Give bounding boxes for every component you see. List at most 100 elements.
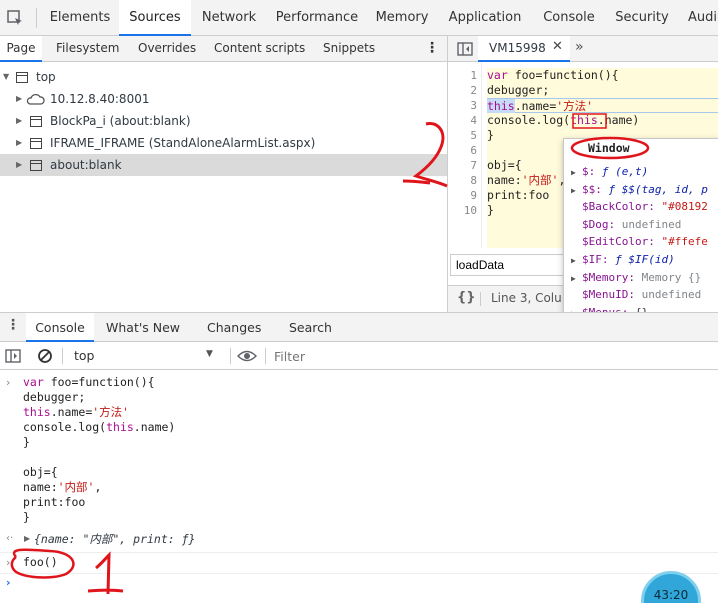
console-command[interactable]: foo(): [23, 555, 58, 570]
tree-item-iframe[interactable]: ▶ IFRAME_IFRAME (StandAloneAlarmList.asp…: [0, 132, 448, 154]
code-line: }: [487, 128, 494, 143]
property-row[interactable]: $EditColor: "#ffefe: [571, 233, 708, 251]
console-output[interactable]: › var foo=function(){debugger; this.name=…: [0, 370, 718, 603]
line-number[interactable]: 5: [470, 128, 477, 143]
line-number[interactable]: 4: [470, 113, 477, 128]
tab-application[interactable]: Application: [444, 0, 526, 36]
tab-security[interactable]: Security: [611, 0, 673, 36]
tree-item-about-blank[interactable]: ▶ about:blank: [0, 154, 448, 176]
drawer-tab-console[interactable]: Console: [26, 313, 94, 342]
tab-audits[interactable]: Audi: [688, 0, 718, 36]
close-icon[interactable]: ✕: [552, 39, 563, 54]
line-number[interactable]: 1: [470, 68, 477, 83]
property-value: "#08192: [654, 200, 708, 214]
code-text: debugger;: [23, 390, 86, 404]
expand-triangle-icon[interactable]: ▶: [571, 182, 582, 200]
tab-elements[interactable]: Elements: [44, 0, 116, 36]
code-keyword: var: [23, 375, 51, 389]
line-number[interactable]: 9: [470, 188, 477, 203]
code-text: debugger;: [487, 83, 550, 97]
file-tab-label: VM15998: [489, 41, 546, 55]
tree-item-host[interactable]: ▶ 10.12.8.40:8001: [0, 88, 448, 110]
tree-item-blockpa[interactable]: ▶ BlockPa_i (about:blank): [0, 110, 448, 132]
code-text: foo=function(){: [514, 68, 619, 82]
tab-performance[interactable]: Performance: [272, 0, 362, 36]
drawer-tab-whats-new[interactable]: What's New: [106, 313, 180, 342]
line-gutter: 1 2 3 4 5 6 7 8 9 10: [448, 62, 482, 248]
line-number[interactable]: 8: [470, 173, 477, 188]
collapsed-triangle-icon[interactable]: ▶: [16, 132, 22, 154]
frame-icon: [30, 138, 42, 149]
property-row[interactable]: ▶ $: ƒ (e,t): [571, 163, 648, 181]
clear-console-icon[interactable]: [37, 348, 53, 364]
code-text: foo=function(){: [50, 375, 155, 389]
property-key: $Memory:: [582, 270, 635, 284]
console-filter-input[interactable]: [274, 346, 564, 366]
pretty-print-icon[interactable]: {}: [457, 290, 476, 305]
editor-tab-bar: VM15998 ✕ »: [448, 36, 718, 62]
property-key: $EditColor:: [582, 235, 655, 249]
code-line: this.name='方法': [487, 98, 718, 113]
collapsed-triangle-icon[interactable]: ▶: [16, 154, 22, 176]
line-number[interactable]: 7: [470, 158, 477, 173]
toggle-navigator-icon[interactable]: [457, 42, 473, 56]
collapsed-triangle-icon[interactable]: ▶: [16, 110, 22, 132]
property-row[interactable]: $BackColor: "#08192: [571, 198, 708, 216]
tree-item-top[interactable]: ▼ top: [0, 66, 448, 88]
drawer-menu-icon[interactable]: ⋮: [6, 317, 20, 333]
property-value: ƒ $$(tag, id, p: [601, 182, 708, 196]
tab-console[interactable]: Console: [536, 0, 602, 36]
toolbar-divider: [62, 348, 63, 364]
expanded-triangle-icon[interactable]: ▼: [3, 66, 9, 88]
code-keyword: this: [487, 99, 515, 113]
property-key: $Dog:: [582, 217, 616, 231]
expand-triangle-icon[interactable]: ▶: [24, 534, 30, 543]
more-options-icon[interactable]: ⋮: [425, 36, 439, 62]
tab-sources[interactable]: Sources: [119, 0, 191, 36]
expand-triangle-icon[interactable]: ▶: [571, 270, 582, 288]
line-number[interactable]: 2: [470, 83, 477, 98]
context-selector[interactable]: top ▼: [66, 344, 224, 368]
nav-tab-filesystem[interactable]: Filesystem: [56, 36, 119, 62]
nav-tab-content-scripts[interactable]: Content scripts: [214, 36, 305, 62]
editor-file-tab[interactable]: VM15998 ✕: [478, 36, 570, 62]
line-number[interactable]: 10: [464, 203, 477, 218]
input-prompt-icon: ›: [6, 556, 11, 569]
show-sidebar-icon[interactable]: [5, 349, 21, 363]
tree-item-label: 10.12.8.40:8001: [50, 92, 150, 106]
property-row[interactable]: ▶ $IF: ƒ $IF(id): [571, 251, 675, 269]
code-text: }: [487, 128, 494, 142]
tab-memory[interactable]: Memory: [371, 0, 433, 36]
property-row[interactable]: ▶ $Memory: Memory {}: [571, 269, 701, 287]
toolbar-divider: [265, 348, 266, 364]
drawer-tab-changes[interactable]: Changes: [207, 313, 261, 342]
eye-icon[interactable]: [237, 349, 257, 363]
main-tab-bar: Elements Sources Network Performance Mem…: [0, 0, 718, 36]
nav-tab-snippets[interactable]: Snippets: [323, 36, 375, 62]
expand-triangle-icon[interactable]: ▶: [571, 164, 582, 182]
line-number[interactable]: 3: [470, 98, 477, 113]
property-value: ƒ (e,t): [595, 165, 649, 178]
toolbar-divider: [36, 8, 37, 28]
nav-tab-overrides[interactable]: Overrides: [138, 36, 196, 62]
code-text: print:foo: [487, 188, 550, 202]
tab-network[interactable]: Network: [196, 0, 262, 36]
collapsed-triangle-icon[interactable]: ▶: [16, 88, 22, 110]
property-value: Memory {}: [634, 270, 702, 284]
inspect-element-icon[interactable]: [6, 9, 24, 27]
cursor-position: Line 3, Colu: [491, 291, 562, 305]
search-input[interactable]: [450, 254, 564, 276]
property-row[interactable]: ▶ $$: ƒ $$(tag, id, p: [571, 181, 708, 199]
line-number[interactable]: 6: [470, 143, 477, 158]
property-key: $$:: [582, 182, 602, 196]
console-result[interactable]: {name: "内部", print: ƒ}: [34, 532, 195, 547]
drawer-tab-search[interactable]: Search: [289, 313, 332, 342]
property-row[interactable]: $Dog: undefined: [571, 216, 681, 234]
nav-tab-page[interactable]: Page: [0, 36, 42, 62]
console-input-line: name:'内部',: [23, 480, 101, 495]
expand-triangle-icon[interactable]: ▶: [571, 252, 582, 270]
code-text: ,: [94, 480, 102, 494]
property-row[interactable]: $MenuID: undefined: [571, 286, 701, 304]
more-tabs-icon[interactable]: »: [575, 39, 584, 55]
code-keyword: this: [570, 113, 598, 127]
